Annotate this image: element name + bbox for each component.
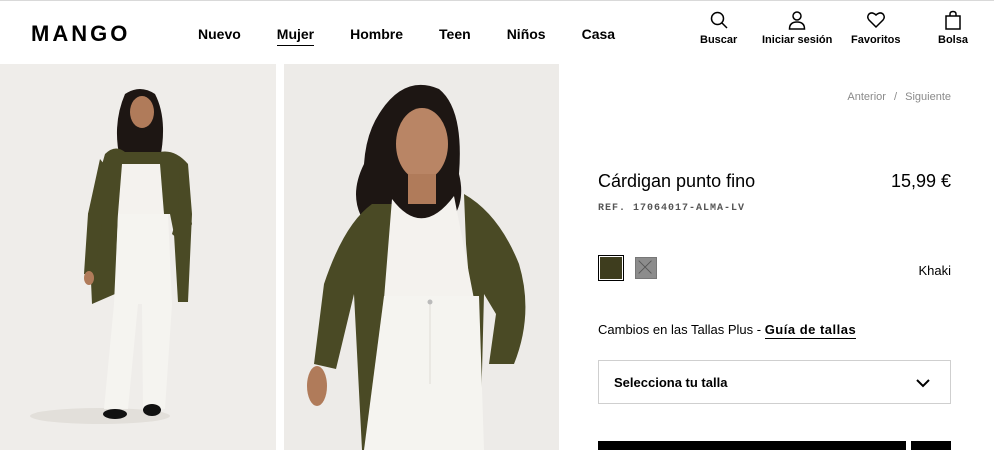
- size-select-label: Selecciona tu talla: [614, 375, 728, 390]
- product-image-full[interactable]: [0, 64, 276, 450]
- chevron-down-icon: [916, 379, 930, 388]
- search-icon: [710, 11, 728, 29]
- selected-color-name: Khaki: [918, 263, 951, 278]
- user-icon: [788, 11, 806, 30]
- product-title: Cárdigan punto fino: [598, 171, 756, 191]
- bag-icon: [945, 10, 961, 30]
- header-tools: Buscar Iniciar sesión Favoritos Bolsa: [0, 10, 994, 60]
- search-label: Buscar: [700, 34, 738, 46]
- bag-label: Bolsa: [938, 34, 968, 46]
- favorites-button[interactable]: Favoritos: [851, 10, 901, 46]
- size-info: Cambios en las Tallas Plus - Guía de tal…: [598, 322, 857, 339]
- product-pagination: Anterior / Siguiente: [847, 91, 951, 103]
- favorites-label: Favoritos: [851, 34, 901, 46]
- plus-sizes-text: Cambios en las Tallas Plus -: [598, 322, 762, 337]
- model-closeup-image: [284, 64, 559, 450]
- unavailable-cross-icon: [638, 260, 652, 274]
- add-to-bag-button[interactable]: [598, 441, 906, 450]
- breadcrumb-separator: /: [894, 91, 898, 103]
- model-full-body-image: [0, 64, 276, 450]
- heart-icon: [866, 12, 885, 29]
- next-link[interactable]: Siguiente: [905, 91, 951, 103]
- previous-link[interactable]: Anterior: [847, 91, 886, 103]
- login-label: Iniciar sesión: [762, 34, 833, 46]
- product-price: 15,99 €: [890, 171, 951, 191]
- color-swatch-grey-unavailable[interactable]: [635, 257, 657, 279]
- search-button[interactable]: Buscar: [700, 10, 737, 46]
- add-to-favorites-button[interactable]: [911, 441, 951, 450]
- size-select-dropdown[interactable]: Selecciona tu talla: [598, 360, 951, 404]
- product-reference: REF. 17064017-ALMA-LV: [598, 203, 746, 214]
- color-swatch-khaki[interactable]: [598, 255, 624, 281]
- login-button[interactable]: Iniciar sesión: [762, 10, 832, 46]
- bag-button[interactable]: Bolsa: [938, 10, 968, 46]
- size-guide-link[interactable]: Guía de tallas: [764, 322, 857, 339]
- product-image-closeup[interactable]: [284, 64, 559, 450]
